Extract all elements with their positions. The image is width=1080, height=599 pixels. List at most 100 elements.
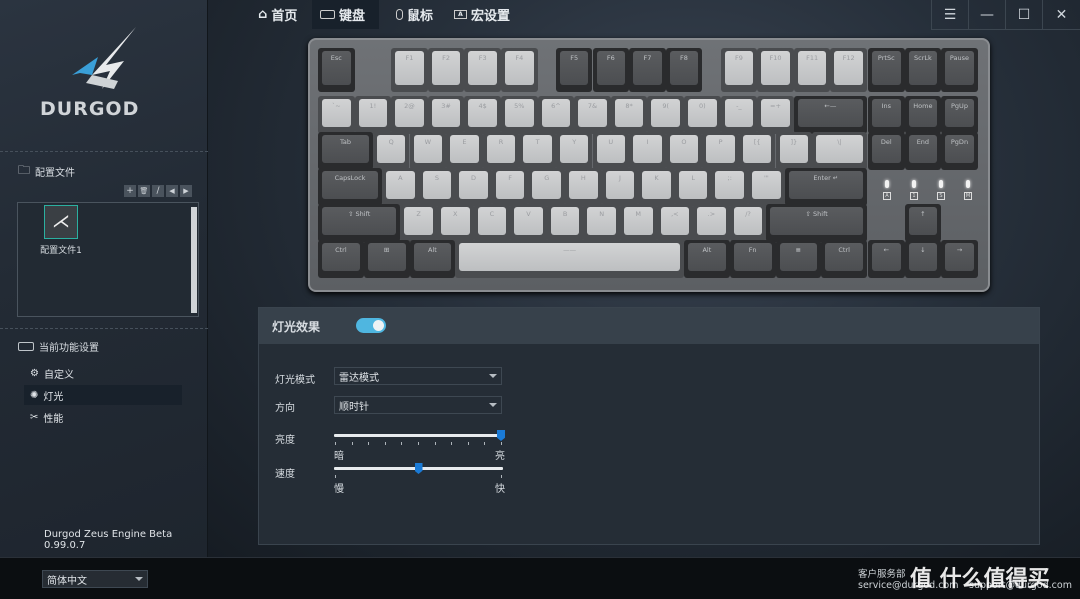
key[interactable]: T xyxy=(519,132,556,170)
key[interactable]: 4$ xyxy=(464,96,501,134)
key[interactable]: Del xyxy=(868,132,905,170)
key[interactable]: C xyxy=(473,204,511,242)
key[interactable]: Q xyxy=(372,132,410,170)
key[interactable]: J xyxy=(601,168,639,206)
key[interactable]: Enter ↵ xyxy=(784,168,867,206)
key[interactable]: E xyxy=(446,132,483,170)
key[interactable]: F2 xyxy=(427,48,465,92)
key[interactable]: ⇧ Shift xyxy=(766,204,867,242)
language-select[interactable]: 简体中文 xyxy=(42,570,148,588)
key[interactable]: /? xyxy=(729,204,767,242)
key[interactable]: ⊞ xyxy=(363,240,410,278)
key[interactable]: H xyxy=(565,168,602,206)
key[interactable]: I xyxy=(629,132,666,170)
key[interactable]: 0) xyxy=(684,96,721,134)
tab-macro[interactable]: A 宏设置 xyxy=(446,0,518,29)
key[interactable]: Alt xyxy=(684,240,730,278)
key[interactable]: G xyxy=(528,168,566,206)
key[interactable]: ≣ xyxy=(775,240,822,278)
key[interactable]: Esc xyxy=(318,48,355,92)
direction-select[interactable]: 顺时针 xyxy=(334,396,502,414)
add-profile-button[interactable]: + xyxy=(124,185,136,197)
key[interactable]: End xyxy=(904,132,942,170)
key[interactable]: 2@ xyxy=(391,96,428,134)
speed-slider[interactable]: 慢 快 xyxy=(334,461,505,501)
key[interactable]: Fn xyxy=(729,240,776,278)
key[interactable]: D xyxy=(455,168,492,206)
key[interactable]: K xyxy=(638,168,675,206)
key[interactable]: ,< xyxy=(656,204,694,242)
key[interactable]: ;: xyxy=(711,168,749,206)
tab-home[interactable]: ⌂ 首页 xyxy=(250,0,305,29)
key[interactable]: Ctrl xyxy=(821,240,867,278)
key[interactable]: 8* xyxy=(610,96,648,134)
key[interactable]: Pause xyxy=(941,48,978,92)
close-button[interactable]: ✕ xyxy=(1042,0,1080,30)
lighting-toggle[interactable] xyxy=(356,318,386,333)
key[interactable]: CapsLock xyxy=(318,168,383,206)
key[interactable]: \| xyxy=(812,132,867,170)
sidebar-item-lighting[interactable]: ✺ 灯光 xyxy=(24,385,182,405)
key[interactable]: F8 xyxy=(665,48,703,92)
profile-item[interactable]: ⋌ 配置文件1 xyxy=(28,205,94,256)
key[interactable]: V xyxy=(510,204,547,242)
key[interactable]: N xyxy=(583,204,620,242)
key[interactable]: B xyxy=(546,204,584,242)
key[interactable]: F10 xyxy=(757,48,794,92)
key[interactable]: F6 xyxy=(592,48,630,92)
key[interactable]: S xyxy=(418,168,456,206)
key[interactable]: → xyxy=(941,240,978,278)
key[interactable]: ↑ xyxy=(904,204,942,242)
key[interactable]: M xyxy=(619,204,657,242)
key[interactable]: 1! xyxy=(354,96,392,134)
maximize-button[interactable]: ☐ xyxy=(1005,0,1042,30)
key[interactable]: .> xyxy=(693,204,730,242)
key[interactable]: F7 xyxy=(629,48,666,92)
key[interactable]: L xyxy=(674,168,712,206)
key[interactable]: Z xyxy=(400,204,437,242)
key[interactable]: 3# xyxy=(427,96,465,134)
key[interactable]: F xyxy=(491,168,529,206)
next-profile-button[interactable]: ▶ xyxy=(180,185,192,197)
key[interactable]: F11 xyxy=(793,48,831,92)
profile-list-scrollbar[interactable] xyxy=(191,207,197,313)
key[interactable]: `~ xyxy=(318,96,355,134)
key[interactable]: ← xyxy=(868,240,905,278)
key[interactable]: W xyxy=(409,132,447,170)
key[interactable]: 5% xyxy=(501,96,538,134)
key[interactable]: O xyxy=(665,132,703,170)
key[interactable]: ←— xyxy=(793,96,867,134)
prev-profile-button[interactable]: ◀ xyxy=(166,185,178,197)
key[interactable]: 7& xyxy=(574,96,611,134)
key[interactable]: =+ xyxy=(757,96,794,134)
key[interactable]: PrtSc xyxy=(868,48,905,92)
key[interactable]: A xyxy=(382,168,419,206)
key[interactable]: P xyxy=(702,132,739,170)
key[interactable]: ⇧ Shift xyxy=(318,204,401,242)
key[interactable]: Ins xyxy=(868,96,905,134)
key[interactable]: X xyxy=(436,204,474,242)
key[interactable]: '" xyxy=(748,168,785,206)
key[interactable]: ↓ xyxy=(904,240,942,278)
key[interactable]: F3 xyxy=(464,48,501,92)
tab-mouse[interactable]: 鼠标 xyxy=(388,0,441,29)
key[interactable]: U xyxy=(592,132,630,170)
key[interactable]: Alt xyxy=(409,240,456,278)
delete-profile-button[interactable]: 🗑 xyxy=(138,185,150,197)
key[interactable]: Home xyxy=(904,96,942,134)
rename-profile-button[interactable]: / xyxy=(152,185,164,197)
key[interactable]: [{ xyxy=(738,132,776,170)
key[interactable]: ]} xyxy=(775,132,813,170)
key[interactable]: 6^ xyxy=(537,96,575,134)
key[interactable]: F12 xyxy=(830,48,867,92)
key[interactable]: —— xyxy=(455,240,684,278)
key[interactable]: -_ xyxy=(720,96,758,134)
key[interactable]: F5 xyxy=(555,48,593,92)
sidebar-item-custom[interactable]: ⚙ 自定义 xyxy=(24,363,182,383)
key[interactable]: Ctrl xyxy=(318,240,364,278)
key[interactable]: 9( xyxy=(647,96,684,134)
key[interactable]: Tab xyxy=(318,132,373,170)
key[interactable]: PgDn xyxy=(941,132,978,170)
menu-button[interactable]: ☰ xyxy=(931,0,968,30)
key[interactable]: F4 xyxy=(501,48,538,92)
